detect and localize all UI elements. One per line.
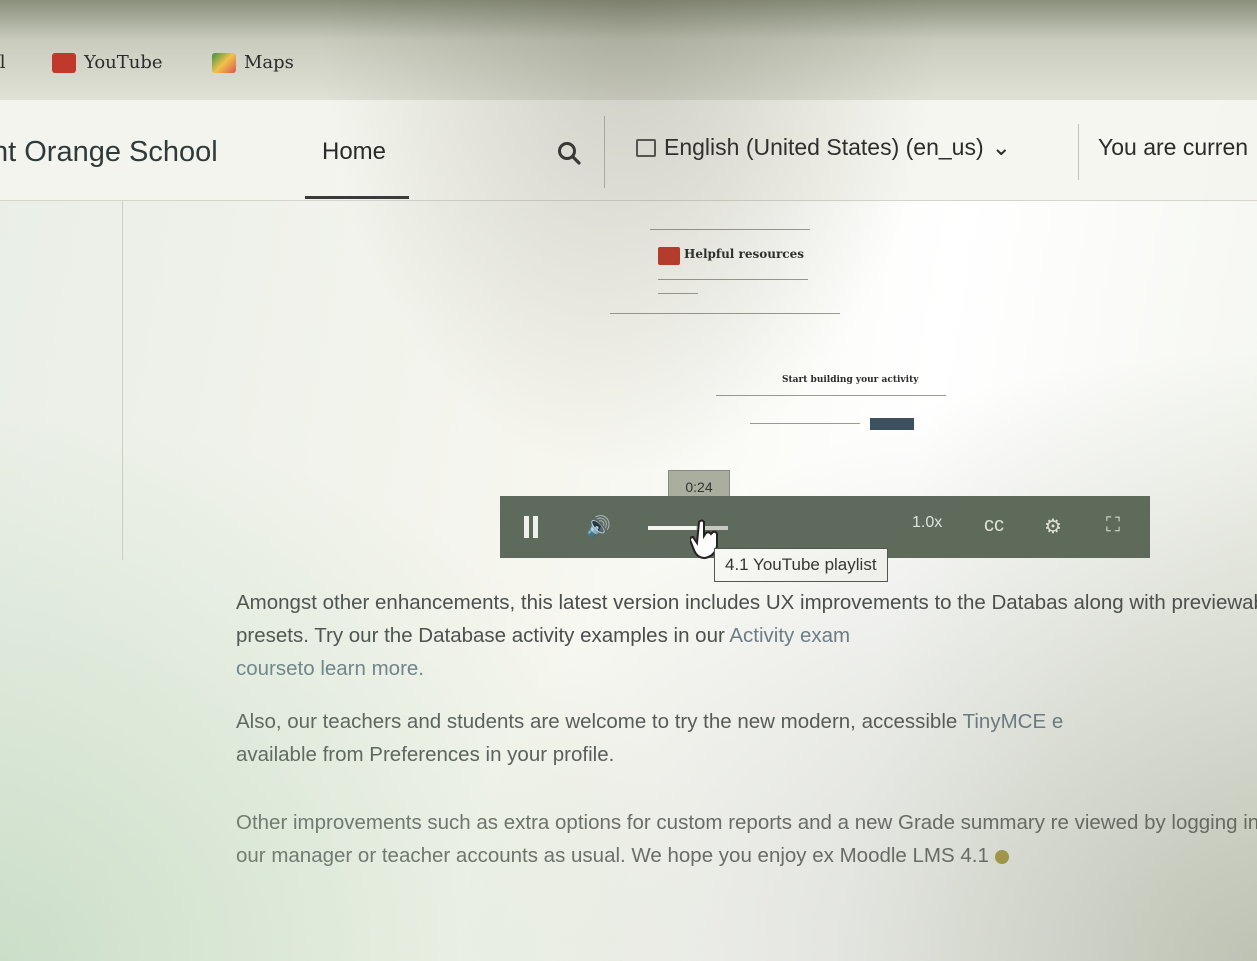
language-label: English (United States) (en_us) (664, 134, 984, 160)
playback-speed-button[interactable]: 1.0x (912, 514, 942, 532)
chevron-down-icon: ⌄ (991, 134, 1011, 160)
video-thumb-button (870, 418, 914, 430)
video-text-line (658, 279, 808, 280)
announcement-paragraph: Also, our teachers and students are welc… (236, 705, 1257, 771)
video-frame[interactable]: Helpful resources Start building your ac… (600, 215, 980, 490)
login-info: You are curren (1098, 134, 1249, 160)
volume-level (648, 526, 696, 530)
site-name[interactable]: nt Orange School (0, 136, 218, 169)
video-thumb-title: Helpful resources (684, 247, 805, 261)
announcement-paragraph: Amongst other enhancements, this latest … (236, 586, 1257, 685)
language-icon (636, 138, 656, 157)
announcement-paragraph: Other improvements such as extra options… (236, 806, 1257, 872)
bookmark-label: YouTube (84, 52, 163, 73)
fullscreen-icon[interactable]: ⛶ (1106, 514, 1120, 537)
bookmark-label: Maps (244, 52, 294, 73)
content-border (122, 200, 123, 560)
maps-icon (212, 52, 236, 73)
activity-examples-link[interactable]: Activity exam (729, 624, 850, 647)
volume-icon[interactable]: 🔊 (586, 514, 611, 539)
tinymce-link[interactable]: TinyMCE e (963, 710, 1064, 733)
playlist-tooltip: 4.1 YouTube playlist (714, 548, 888, 582)
bookmark-youtube[interactable]: YouTube (52, 52, 163, 73)
bookmarks-bar: il YouTube Maps (0, 0, 1257, 100)
video-text-line (650, 229, 810, 230)
site-navbar: nt Orange School Home English (United St… (0, 100, 1257, 201)
captions-button[interactable]: cc (984, 514, 1004, 537)
youtube-icon (52, 52, 76, 73)
video-text-line (610, 313, 840, 314)
video-text-line (658, 293, 698, 294)
nav-home-link[interactable]: Home (322, 138, 386, 166)
language-menu[interactable]: English (United States) (en_us) ⌄ (636, 134, 1011, 161)
video-thumb-subtitle: Start building your activity (782, 375, 919, 385)
resources-icon (658, 247, 680, 265)
nav-divider (1078, 124, 1079, 180)
smile-emoji-icon (994, 849, 1009, 864)
bookmark-label: il (0, 52, 6, 73)
active-nav-indicator (305, 196, 409, 199)
paragraph-text: available from Preferences in your profi… (236, 743, 615, 766)
search-icon[interactable] (556, 140, 582, 166)
gear-icon[interactable]: ⚙ (1044, 514, 1062, 539)
paragraph-text: Also, our teachers and students are welc… (236, 710, 963, 733)
nav-divider (604, 116, 605, 188)
video-text-line (716, 395, 946, 396)
course-link[interactable]: courseto learn more. (236, 657, 424, 680)
bookmark-gmail[interactable]: il (0, 52, 6, 73)
video-text-line (750, 423, 860, 424)
bookmark-maps[interactable]: Maps (212, 52, 294, 73)
paragraph-text: Other improvements such as extra options… (236, 811, 1257, 867)
pause-icon[interactable] (524, 516, 538, 538)
